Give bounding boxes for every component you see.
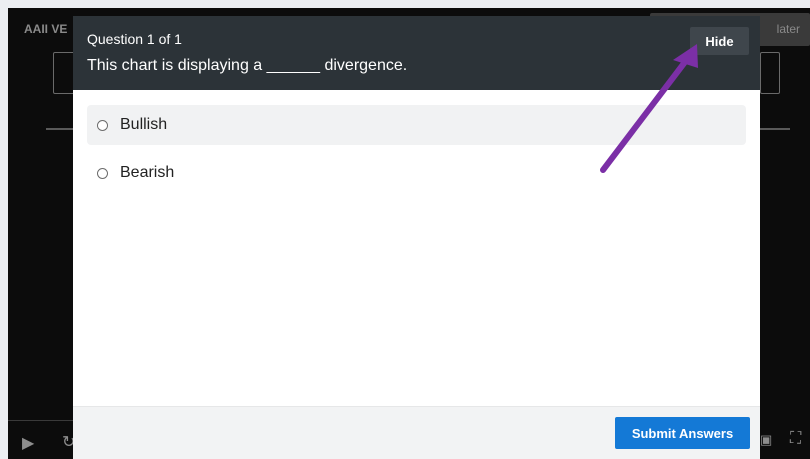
video-divider-left	[46, 128, 74, 130]
progress-bar[interactable]	[8, 420, 74, 421]
hide-button[interactable]: Hide	[690, 27, 749, 55]
video-frame-right	[760, 52, 780, 94]
answer-option-bullish[interactable]: Bullish	[87, 105, 746, 145]
answer-label: Bullish	[120, 116, 168, 133]
video-divider-right	[760, 128, 790, 130]
submit-answers-button[interactable]: Submit Answers	[615, 417, 750, 449]
quiz-footer: Submit Answers	[73, 406, 760, 459]
captions-icon[interactable]: ▣	[760, 432, 772, 448]
answer-label: Bearish	[120, 164, 175, 181]
question-text: This chart is displaying a ______ diverg…	[87, 57, 408, 74]
player-title: AAII VE	[24, 22, 68, 36]
radio-icon[interactable]	[97, 167, 108, 179]
quiz-header: Question 1 of 1 This chart is displaying…	[73, 16, 760, 90]
fullscreen-icon[interactable]: ⛶	[790, 430, 801, 448]
radio-icon[interactable]	[97, 119, 108, 131]
answer-option-bearish[interactable]: Bearish	[87, 153, 746, 193]
question-counter: Question 1 of 1	[87, 31, 182, 47]
quiz-modal: Question 1 of 1 This chart is displaying…	[73, 16, 760, 459]
play-icon[interactable]: ▶	[22, 433, 34, 453]
